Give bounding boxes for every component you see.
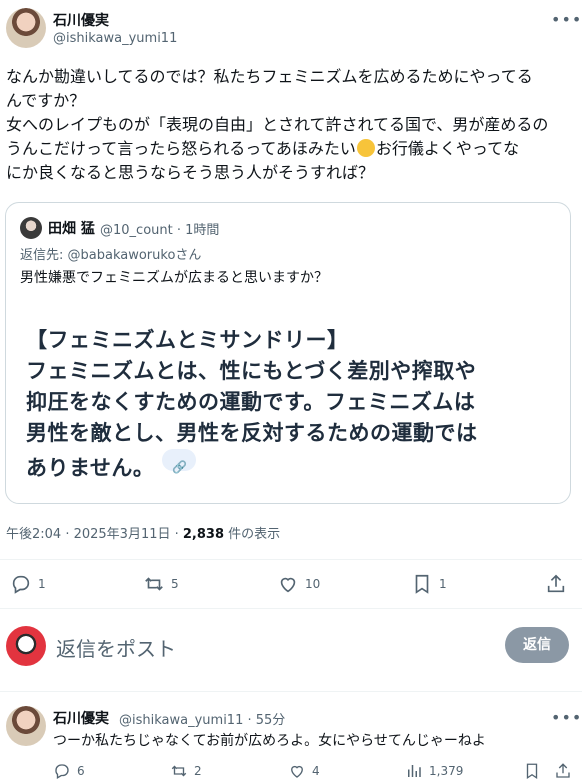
reply-icon [12, 575, 30, 594]
quoted-post-card[interactable]: 田畑 猛 @10_count · 1時間 返信先: @babakaworukoさ… [5, 202, 571, 504]
link-icon: 🔗 [172, 460, 188, 474]
reply-author-name[interactable]: 石川優実 [53, 708, 109, 728]
bookmark-icon [415, 574, 429, 594]
more-icon[interactable]: ••• [551, 10, 582, 29]
quoted-author-meta: @10_count · 1時間 [100, 223, 220, 238]
views-count: 2,838 [182, 527, 225, 542]
reply-repost-action[interactable]: 2 [170, 762, 202, 780]
repost-action[interactable]: 5 [143, 573, 179, 595]
reply-more-icon[interactable]: ••• [551, 708, 582, 727]
reply-like-action[interactable]: 4 [288, 762, 320, 780]
quoted-author-avatar [20, 217, 42, 239]
post-body-line: んですか？ [6, 91, 86, 110]
link-chip[interactable]: 🔗 [162, 449, 197, 474]
heart-icon [280, 577, 296, 593]
reply-repost-count: 2 [194, 764, 202, 778]
reply-author-avatar[interactable] [6, 706, 46, 746]
reply-bookmark-action[interactable] [523, 762, 547, 780]
share-action[interactable] [545, 573, 573, 595]
reply-author-meta: @ishikawa_yumi11 · 55分 [119, 713, 286, 728]
post-body-line: 女へのレイプものが「表現の自由」とされて許されてる国で、男が産めるの [6, 115, 549, 134]
bookmark-icon [526, 763, 538, 780]
heart-icon [291, 765, 303, 778]
reply-count: 1 [38, 577, 46, 591]
post-body-line: にか良くなると思うならそう思う人がそうすれば？ [6, 163, 375, 182]
author-avatar[interactable] [6, 8, 46, 48]
repost-icon [145, 577, 163, 591]
quoted-image-line: 男性を敵とし、男性を反対するための運動では [26, 421, 478, 445]
author-name[interactable]: 石川優実 [53, 10, 109, 30]
divider [0, 608, 582, 609]
reply-input[interactable]: 返信をポスト [56, 633, 176, 662]
post-body-line: うんこだけって言ったら怒られるってあほみたい お行儀よくやってな [6, 139, 520, 158]
repost-icon [171, 765, 187, 777]
divider [0, 691, 582, 692]
reply-action[interactable]: 1 [10, 573, 46, 595]
quoted-post-text: 男性嫌悪でフェミニズムが広まると思いますか？ [20, 270, 328, 286]
post-body-line: なんか勘違いしてるのでは？私たちフェミニズムを広めるためにやってる [6, 67, 533, 86]
bookmark-count: 1 [439, 577, 447, 591]
post-timestamp: 午後2:04 · 2025年3月11日 · 2,838 件の表示 [6, 527, 281, 542]
quoted-image-line: ありません。 🔗 [26, 449, 478, 484]
quoted-image-text: 【フェミニズムとミサンドリー】 フェミニズムとは、性にもとづく差別や搾取や 抑圧… [26, 325, 478, 484]
quoted-image-line: 抑圧をなくすための運動です。フェミニズムは [26, 390, 476, 414]
current-user-avatar[interactable] [6, 626, 46, 666]
reply-views-count: 1,379 [429, 764, 464, 778]
views-chart-icon [408, 765, 421, 777]
post-body: なんか勘違いしてるのでは？私たちフェミニズムを広めるためにやってる んですか？ … [6, 65, 574, 185]
reply-button[interactable]: 返信 [505, 627, 569, 663]
reply-text: つーか私たちじゃなくてお前が広めろよ。女にやらせてんじゃーねよ [53, 733, 486, 749]
quoted-reply-to: 返信先: @babakaworukoさん [20, 248, 202, 263]
bookmark-action[interactable]: 1 [411, 573, 447, 595]
reply-icon [55, 764, 69, 779]
quoted-author-name: 田畑 猛 [48, 221, 95, 237]
divider [0, 559, 582, 560]
author-handle[interactable]: @ishikawa_yumi11 [53, 31, 177, 46]
reply-to-mention-link[interactable]: @babakaworukoさん [68, 248, 202, 263]
hugging-face-emoji-icon [356, 139, 375, 157]
quoted-image-line: フェミニズムとは、性にもとづく差別や搾取や [26, 359, 477, 383]
like-count: 10 [305, 577, 321, 591]
reply-share-action[interactable] [554, 762, 578, 780]
share-icon [547, 574, 565, 593]
reply-like-count: 4 [312, 764, 320, 778]
reply-reply-count: 6 [77, 764, 85, 778]
reply-views-action[interactable]: 1,379 [405, 762, 463, 780]
like-action[interactable]: 10 [277, 573, 320, 595]
repost-count: 5 [171, 577, 179, 591]
share-icon [556, 763, 570, 778]
quoted-image-line: 【フェミニズムとミサンドリー】 [26, 328, 349, 352]
reply-reply-action[interactable]: 6 [53, 762, 85, 780]
